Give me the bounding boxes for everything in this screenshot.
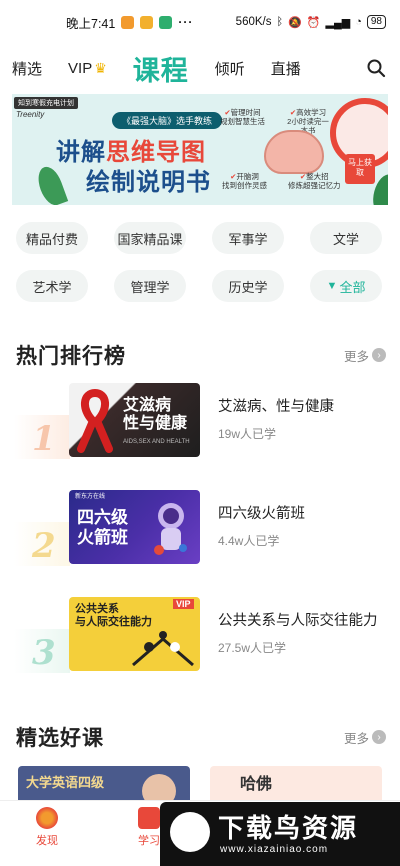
top-nav: 精选 VIP ♛ 课程 倾听 直播 (0, 44, 400, 92)
nav-tab-vip[interactable]: VIP ♛ (68, 60, 107, 77)
crown-icon: ♛ (94, 59, 107, 76)
course-title: 公共关系与人际交往能力 (218, 613, 378, 629)
status-time: 晚上7:41 (66, 16, 116, 31)
category-chip[interactable]: 国家精品课 (114, 222, 186, 254)
course-title: 四六级火箭班 (218, 506, 305, 522)
ranking-item[interactable]: 3 公共关系 与人际交往能力 VIP 公共关系与人际交往能力 27.5w人已学 (14, 597, 386, 673)
watermark-logo-icon (170, 812, 210, 852)
category-chip[interactable]: 艺术学 (16, 270, 88, 302)
banner-logo: Treenity (16, 110, 45, 119)
site-watermark: 下载鸟资源 www.xiazainiao.com (160, 802, 400, 866)
more-link[interactable]: 更多 › (344, 346, 386, 365)
section-title: 精选好课 (16, 727, 104, 750)
app-notification-icon (159, 15, 173, 29)
watermark-url: www.xiazainiao.com (220, 844, 329, 855)
section-title: 热门排行榜 (16, 345, 126, 368)
course-title: 艾滋病、性与健康 (218, 399, 334, 415)
category-chip-label: 全部 (339, 279, 366, 295)
thumbnail-title: 四六级 火箭班 (77, 508, 128, 547)
more-link[interactable]: 更多 › (344, 728, 386, 747)
astronaut-illustration (154, 503, 187, 555)
ranking-item[interactable]: 2 新东方在线 四六级 火箭班 四六级火箭班 4.4w人已学 (14, 490, 386, 566)
thumbnail-subtitle: AIDS,SEX AND HEALTH (123, 439, 190, 445)
network-speed: 560K/s (235, 16, 272, 28)
thumbnail-title: 艾滋病 性与健康 (123, 397, 188, 433)
promo-banner[interactable]: 知到寒假充电计划 Treenity 《最强大脑》选手教练 讲解思维导图 绘制说明… (12, 94, 388, 205)
chevron-right-icon: › (372, 730, 386, 744)
card-title: 大学英语四级 (26, 775, 105, 790)
thumbnail-subtitle: 新东方在线 (75, 494, 106, 500)
study-icon (138, 807, 160, 829)
hot-ranking-header: 热门排行榜 更多 › (16, 340, 386, 370)
banner-feature: ✔整大招 修炼超强记忆力 (288, 172, 341, 190)
leaf-illustration (33, 163, 69, 205)
course-thumbnail: 公共关系 与人际交往能力 VIP (69, 597, 200, 671)
category-chip[interactable]: 精品付费 (16, 222, 88, 254)
nav-tab-featured[interactable]: 精选 (12, 58, 42, 79)
category-chip[interactable]: 管理学 (114, 270, 186, 302)
card-title: 哈佛 (240, 776, 273, 793)
more-notifications-indicator: ··· (178, 15, 194, 29)
funnel-icon: ▼ (326, 280, 338, 292)
people-illustration (132, 631, 194, 667)
watermark-title: 下载鸟资源 (218, 813, 359, 843)
alarm-icon: ⏰ (306, 16, 321, 29)
app-notification-icon (140, 15, 154, 29)
learner-count: 19w人已学 (218, 427, 277, 441)
banner-feature: ✔管理时间 规划智慧生活 (220, 108, 265, 126)
nav-tab-courses[interactable]: 课程 (133, 49, 189, 88)
wifi-icon: ◔ (355, 16, 362, 28)
banner-title-line2: 绘制说明书 (86, 169, 211, 196)
nav-tab-live[interactable]: 直播 (271, 58, 301, 79)
vip-badge: VIP (173, 599, 194, 610)
rank-number: 3 (14, 629, 70, 673)
signal-icon: ▂▄▆ (325, 16, 351, 29)
rank-number: 2 (14, 522, 70, 566)
bluetooth-icon: ᛒ (276, 16, 284, 28)
mute-icon: 🔕 (288, 16, 302, 29)
banner-feature: ✔开脑洞 找到创作灵感 (222, 172, 267, 190)
banner-subtitle: 《最强大脑》选手教练 (112, 112, 223, 129)
learner-count: 27.5w人已学 (218, 641, 287, 655)
search-icon[interactable] (366, 58, 386, 78)
chevron-right-icon: › (372, 348, 386, 362)
tab-study[interactable]: 学习 (138, 807, 160, 848)
course-thumbnail: 新东方在线 四六级 火箭班 (69, 490, 200, 564)
red-ribbon-icon (77, 389, 113, 453)
nav-tab-label: VIP (68, 59, 93, 77)
category-chip[interactable]: 军事学 (212, 222, 284, 254)
status-bar: 晚上7:41 ··· 560K/s ᛒ 🔕 ⏰ ▂▄▆ ◔ 98 (0, 0, 400, 44)
category-chip[interactable]: 文学 (310, 222, 382, 254)
banner-tag: 知到寒假充电计划 (14, 97, 78, 109)
banner-cta-button[interactable]: 马上获取 (345, 154, 375, 184)
app-notification-icon (121, 15, 135, 29)
learner-count: 4.4w人已学 (218, 534, 280, 548)
ranking-item[interactable]: 1 艾滋病 性与健康 AIDS,SEX AND HEALTH 艾滋病、性与健康 … (14, 383, 386, 459)
brain-illustration (264, 130, 324, 174)
rank-number: 1 (14, 415, 70, 459)
category-chips: 精品付费 国家精品课 军事学 文学 艺术学 管理学 历史学 ▼ 全部 (16, 222, 384, 302)
course-thumbnail: 艾滋病 性与健康 AIDS,SEX AND HEALTH (69, 383, 200, 457)
tab-discover[interactable]: 发现 (36, 807, 58, 848)
nav-tab-listen[interactable]: 倾听 (215, 58, 245, 79)
discover-icon (36, 807, 58, 829)
featured-header: 精选好课 更多 › (16, 722, 386, 752)
category-chip-all[interactable]: ▼ 全部 (310, 270, 382, 302)
category-chip[interactable]: 历史学 (212, 270, 284, 302)
battery-icon: 98 (366, 15, 386, 29)
